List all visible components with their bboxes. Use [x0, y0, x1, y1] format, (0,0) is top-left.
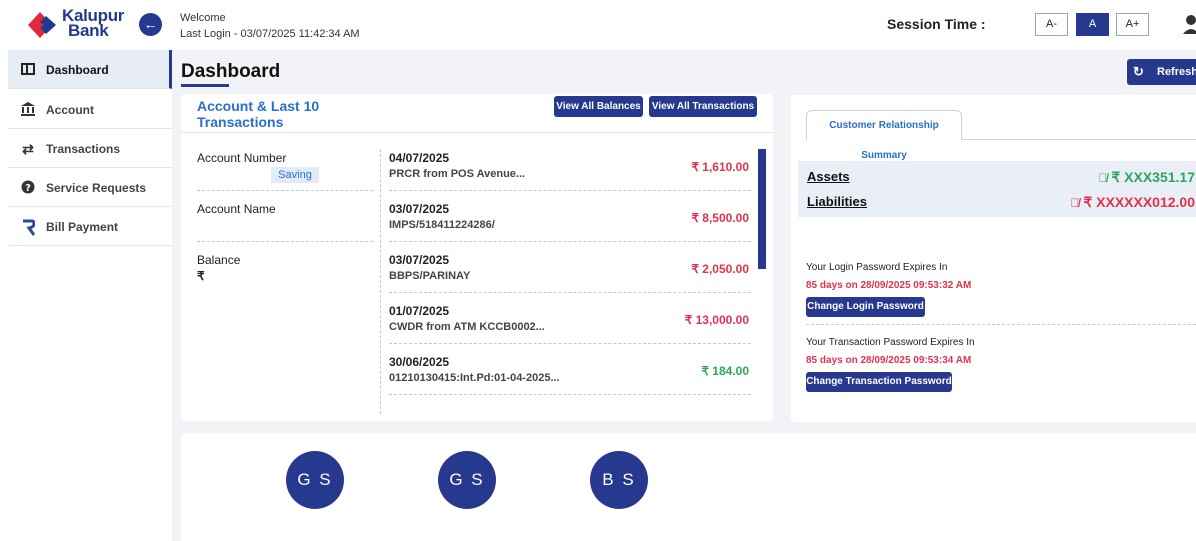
welcome-text: Welcome [180, 12, 226, 24]
sidebar-item-label: Service Requests [46, 181, 147, 195]
transaction-date: 03/07/2025 [389, 253, 450, 267]
transaction-amount: ₹ 1,610.00 [691, 160, 749, 174]
sidebar: Dashboard Account ⇄ Transactions ? Servi… [0, 50, 172, 541]
change-transaction-password-button[interactable]: Change Transaction Password [806, 372, 952, 392]
section-divider [806, 324, 1196, 325]
refresh-icon: ↻ [1133, 64, 1144, 79]
sidebar-item-dashboard[interactable]: Dashboard [8, 50, 172, 89]
liabilities-value-row: 👁̸ ₹ XXXXXX012.00 [1070, 194, 1195, 211]
transaction-date: 04/07/2025 [389, 151, 450, 165]
sidebar-item-label: Dashboard [46, 63, 109, 77]
change-login-password-button[interactable]: Change Login Password [806, 297, 925, 317]
transaction-date: 01/07/2025 [389, 304, 450, 318]
liabilities-value: ₹ XXXXXX012.00 [1083, 194, 1195, 210]
svg-text:?: ? [25, 183, 31, 194]
transaction-password-expiry: 85 days on 28/09/2025 09:53:34 AM [806, 355, 972, 366]
bank-icon [20, 102, 36, 118]
account-transactions-card: Account & Last 10 Transactions View All … [181, 94, 773, 421]
field-divider [197, 241, 373, 242]
page-title: Dashboard [181, 61, 281, 82]
account-number-label: Account Number [197, 151, 287, 165]
transaction-amount: ₹ 184.00 [701, 364, 749, 378]
row-divider [389, 190, 751, 191]
sidebar-item-label: Transactions [46, 142, 121, 156]
account-name-label: Account Name [197, 202, 276, 216]
avatar[interactable]: B S [590, 451, 648, 509]
assets-value: ₹ XXX351.17 [1111, 169, 1195, 185]
welcome-info: Welcome Last Login - 03/07/2025 11:42:34… [180, 10, 360, 42]
column-divider [380, 149, 381, 414]
relationship-summary-card: Customer Relationship Summary Assets 👁̸ … [791, 95, 1196, 422]
transaction-date: 03/07/2025 [389, 202, 450, 216]
tab-customer-relationship-summary[interactable]: Customer Relationship Summary [806, 110, 962, 161]
transfer-icon: ⇄ [22, 141, 34, 157]
font-increase-button[interactable]: A+ [1116, 13, 1149, 36]
refresh-button[interactable]: ↻ Refresh [1127, 59, 1196, 85]
view-all-transactions-button[interactable]: View All Transactions [649, 96, 757, 117]
eye-off-icon[interactable]: 👁̸ [1098, 171, 1107, 185]
assets-label[interactable]: Assets [807, 169, 850, 184]
transaction-description: CWDR from ATM KCCB0002... [389, 321, 545, 333]
view-all-balances-button[interactable]: View All Balances [554, 96, 643, 117]
sidebar-item-service-requests[interactable]: ? Service Requests [8, 168, 172, 207]
transaction-date: 30/06/2025 [389, 355, 450, 369]
avatar[interactable]: G S [438, 451, 496, 509]
login-password-expiry: 85 days on 28/09/2025 09:53:32 AM [806, 280, 972, 291]
beneficiary-card: G S G S B S [181, 433, 1196, 541]
transaction-description: 01210130415:Int.Pd:01-04-2025... [389, 372, 560, 384]
bank-logo[interactable]: Kalupur Bank [26, 6, 136, 42]
row-divider [389, 292, 751, 293]
liabilities-label[interactable]: Liabilities [807, 194, 867, 209]
field-divider [197, 190, 373, 191]
login-password-label: Your Login Password Expires In [806, 262, 948, 273]
refresh-label: Refresh [1157, 66, 1196, 78]
transaction-amount: ₹ 13,000.00 [684, 313, 749, 327]
font-decrease-button[interactable]: A- [1035, 13, 1068, 36]
balance-value: ₹ [197, 269, 205, 283]
account-type-badge: Saving [271, 167, 319, 183]
sidebar-item-bill-payment[interactable]: Bill Payment [8, 207, 172, 246]
sidebar-item-account[interactable]: Account [8, 90, 172, 129]
last-login-text: Last Login - 03/07/2025 11:42:34 AM [180, 28, 360, 40]
font-normal-button[interactable]: A [1076, 13, 1109, 36]
sidebar-item-transactions[interactable]: ⇄ Transactions [8, 129, 172, 168]
back-arrow-icon[interactable]: ← [139, 13, 162, 36]
title-underline [181, 84, 229, 87]
tab-baseline [961, 139, 1196, 140]
assets-value-row: 👁̸ ₹ XXX351.17 [1098, 169, 1195, 186]
main-content: Dashboard ↻ Refresh Account & Last 10 Tr… [172, 50, 1196, 541]
top-header: Kalupur Bank ← Welcome Last Login - 03/0… [0, 0, 1196, 50]
avatar[interactable]: G S [286, 451, 344, 509]
account-card-title: Account & Last 10 Transactions [197, 98, 320, 130]
row-divider [389, 343, 751, 344]
sidebar-item-label: Account [46, 103, 94, 117]
row-divider [389, 394, 751, 395]
transaction-amount: ₹ 8,500.00 [691, 211, 749, 225]
help-icon: ? [20, 180, 36, 196]
transaction-amount: ₹ 2,050.00 [691, 262, 749, 276]
user-profile-icon[interactable] [1182, 12, 1196, 36]
dashboard-icon [20, 62, 36, 78]
bank-logo-icon [28, 12, 56, 38]
sidebar-item-label: Bill Payment [46, 220, 119, 234]
eye-off-icon[interactable]: 👁̸ [1070, 196, 1079, 210]
scrollbar-thumb[interactable] [758, 149, 766, 269]
bank-name: Kalupur Bank [62, 6, 125, 40]
bill-icon [20, 219, 36, 236]
transaction-description: PRCR from POS Avenue... [389, 168, 526, 180]
row-divider [389, 241, 751, 242]
transaction-password-label: Your Transaction Password Expires In [806, 337, 975, 348]
balance-label: Balance [197, 253, 241, 267]
card-divider [181, 132, 773, 133]
transaction-description: BBPS/PARINAY [389, 270, 471, 282]
transaction-description: IMPS/518411224286/ [389, 219, 495, 231]
transaction-scrollbar[interactable] [758, 149, 766, 414]
session-time-label: Session Time : [887, 16, 986, 32]
